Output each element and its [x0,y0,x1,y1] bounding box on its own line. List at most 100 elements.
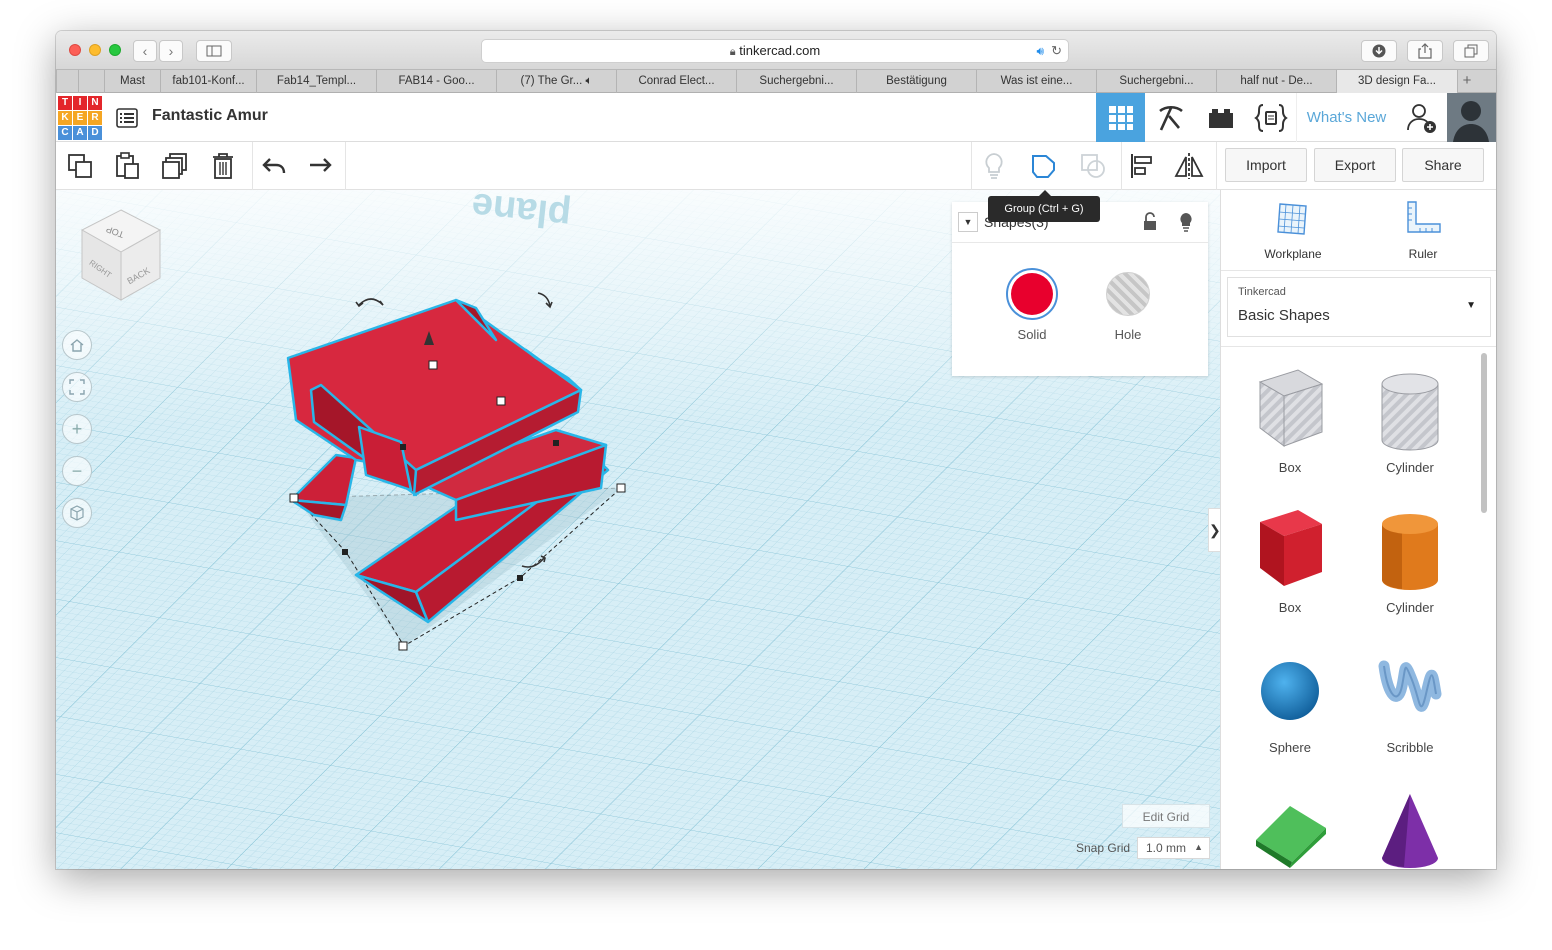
tab-active[interactable]: 3D design Fa... [1336,70,1457,93]
avatar-icon [1447,93,1496,142]
zoom-in-button[interactable]: + [62,414,92,444]
copy-button[interactable] [62,148,98,184]
toolbar-divider [252,142,253,190]
code-braces-icon [1253,103,1288,132]
shape-card-box[interactable]: Box [1235,358,1345,488]
tab[interactable]: FAB14 - Goo... [376,70,496,93]
tab[interactable]: half nut - De... [1216,70,1336,93]
snap-grid-select[interactable]: 1.0 mm ▲ [1137,837,1210,859]
cube-icon [70,505,84,521]
mirror-button[interactable] [1171,148,1207,184]
list-icon [116,107,138,128]
toolbar-divider [971,142,972,190]
roof-icon [1250,786,1330,869]
ruler-icon [1407,201,1441,233]
shapes-grid: Box Cylinder Box Cylinder Sphere Scribble [1221,350,1477,869]
edit-grid-button[interactable]: Edit Grid [1122,804,1210,828]
home-view-button[interactable] [62,330,92,360]
redo-button[interactable] [302,148,338,184]
design-title[interactable]: Fantastic Amur [152,107,268,125]
duplicate-button[interactable] [157,148,193,184]
tab[interactable]: Conrad Elect... [616,70,736,93]
box-icon [1250,506,1330,596]
fit-view-button[interactable] [62,372,92,402]
whats-new-link[interactable]: What's New [1296,93,1396,142]
shape-card-sphere[interactable]: Sphere [1235,638,1345,768]
shapes-scrollbar[interactable] [1481,353,1487,513]
forward-button[interactable]: › [159,40,183,62]
invite-user-button[interactable] [1397,93,1446,142]
new-tab-button[interactable]: + [1457,70,1476,93]
shape-card-cylinder[interactable]: Cylinder [1355,498,1465,628]
inspector-collapse-button[interactable]: ▼ [958,212,978,232]
tab[interactable]: Mast [104,70,160,93]
solid-button[interactable] [1006,268,1058,320]
bricks-button[interactable] [1196,93,1245,142]
tab[interactable]: fab101-Konf... [160,70,256,93]
tab-label: (7) The Gr... [520,75,583,87]
inspector-divider [952,242,1208,243]
design-menu-button[interactable] [112,93,142,142]
shape-category-select[interactable]: Tinkercad Basic Shapes ▼ [1227,277,1491,337]
audio-icon[interactable]: 🔊︎ [1036,40,1044,62]
perspective-button[interactable] [62,498,92,528]
view-cube[interactable]: TOP RIGHT BACK [76,208,166,304]
downloads-button[interactable] [1361,40,1397,62]
codeblocks-button[interactable] [1246,93,1295,142]
tab[interactable]: (7) The Gr... 🔈︎ [496,70,616,93]
category-name: Basic Shapes [1238,307,1330,324]
editor-toolbar: Import Export Share [56,142,1496,190]
collapse-panel-button[interactable]: ❯ [1208,508,1220,552]
group-button[interactable] [1026,148,1062,184]
share-browser-button[interactable] [1407,40,1443,62]
tab[interactable]: Bestätigung [856,70,976,93]
workplane-tool[interactable]: Workplane [1241,200,1345,266]
delete-button[interactable] [205,148,241,184]
logo-letter: A [73,126,87,140]
tab-pinned[interactable] [56,70,78,93]
shape-card-roof[interactable] [1235,778,1345,869]
show-all-button[interactable] [976,148,1012,184]
sidebar-toggle-button[interactable] [196,40,232,62]
blocks-button[interactable] [1146,93,1195,142]
tab[interactable]: Suchergebni... [1096,70,1216,93]
snap-grid-label-visible: Snap Grid [1076,841,1131,855]
tab-pinned[interactable] [78,70,104,93]
back-button[interactable]: ‹ [133,40,157,62]
shape-card-cone[interactable] [1355,778,1465,869]
address-bar[interactable]: 🔒︎ tinkercad.com 🔊︎ ↻ [481,39,1069,63]
paste-button[interactable] [109,148,145,184]
3d-view-button[interactable] [1096,93,1145,142]
shape-label: Box [1278,460,1302,475]
tab[interactable]: Was ist eine... [976,70,1096,93]
audio-playing-icon[interactable]: 🔈︎ [586,75,593,87]
close-window-button[interactable] [69,44,81,56]
copy-icon [68,154,92,178]
zoom-window-button[interactable] [109,44,121,56]
ruler-tool[interactable]: Ruler [1371,200,1475,266]
export-button[interactable]: Export [1314,148,1396,182]
user-avatar[interactable] [1447,93,1496,142]
shape-card-scribble[interactable]: Scribble [1355,638,1465,768]
ungroup-button[interactable] [1075,148,1111,184]
tab[interactable]: Fab14_Templ... [256,70,376,93]
minimize-window-button[interactable] [89,44,101,56]
zoom-out-button[interactable]: − [62,456,92,486]
shape-card-cylinder[interactable]: Cylinder [1355,358,1465,488]
pickaxe-icon [1158,105,1183,131]
reload-icon[interactable]: ↻ [1051,40,1062,62]
tabs-overview-button[interactable] [1453,40,1489,62]
import-button[interactable]: Import [1225,148,1307,182]
tinkercad-logo[interactable]: TIN KER CAD [58,96,102,140]
tab[interactable]: Suchergebni... [736,70,856,93]
hide-button[interactable] [1178,212,1194,237]
shape-card-box[interactable]: Box [1235,498,1345,628]
hole-button[interactable] [1102,268,1154,320]
logo-letter: D [88,126,102,140]
lock-button[interactable] [1142,212,1158,237]
align-button[interactable] [1124,148,1160,184]
undo-button[interactable] [256,148,292,184]
share-button[interactable]: Share [1402,148,1484,182]
toolbar-divider [1216,142,1217,190]
fit-icon [69,379,85,395]
